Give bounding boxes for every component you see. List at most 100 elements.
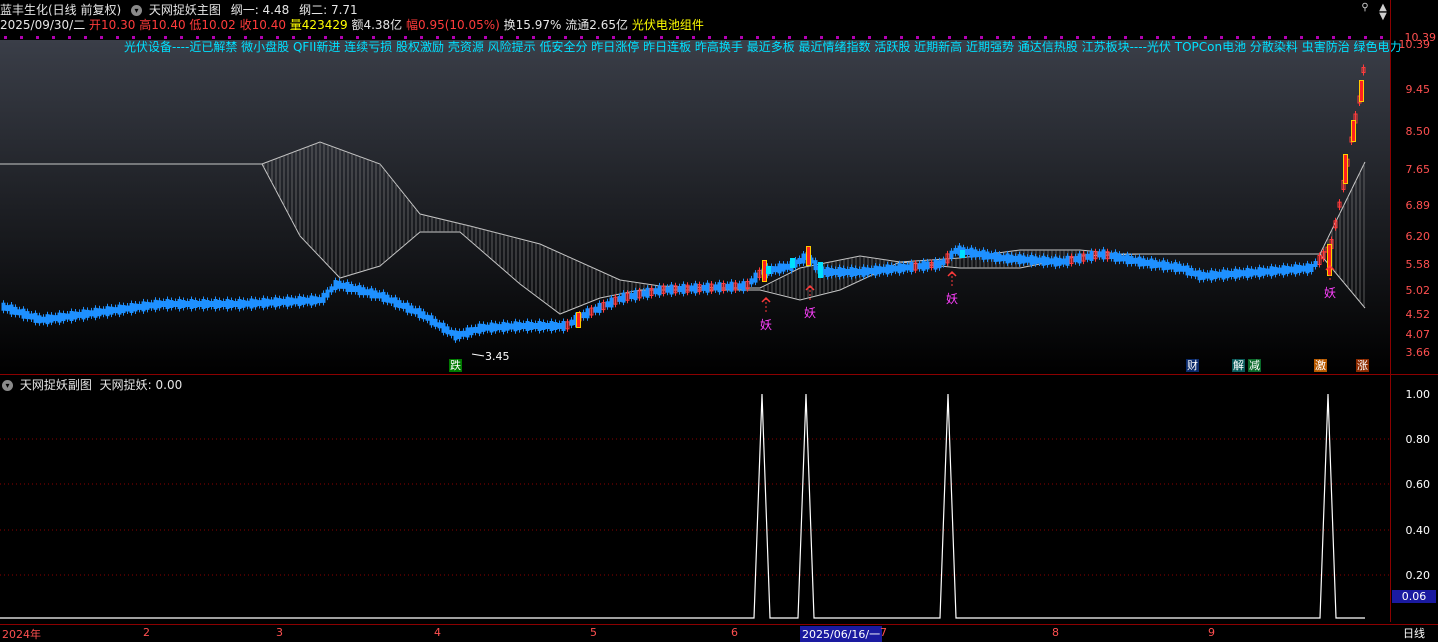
candle-body [121, 305, 126, 314]
candle-body [465, 327, 470, 338]
candle-body [297, 296, 302, 307]
candle-body [1153, 260, 1158, 269]
quote-turnover: 换15.97% [503, 18, 562, 32]
tag-ji[interactable]: 激 [1314, 359, 1327, 372]
chevron-down-icon[interactable]: ▾ [2, 380, 13, 391]
candle-body [1149, 258, 1154, 269]
candle-body [1033, 256, 1038, 265]
candle-body [197, 301, 202, 307]
candle-body [897, 263, 902, 274]
candle-body [25, 311, 30, 320]
candle-body [969, 247, 974, 258]
main-price-axis: 10.39 9.45 8.50 7.65 6.89 6.20 5.58 5.02 4.52 4.0… [1390, 36, 1438, 374]
candle-body [117, 304, 122, 315]
quote-high: 高10.40 [139, 18, 186, 32]
sub-chart-canvas[interactable] [0, 376, 1390, 622]
candle-body [837, 267, 842, 277]
candle-body [1221, 269, 1226, 280]
candle-body [157, 300, 162, 309]
candle-body [1177, 263, 1182, 272]
candle-body [413, 308, 418, 315]
tag-jie[interactable]: 解 [1232, 359, 1245, 372]
main-chart[interactable]: 3.45 妖妖妖妖 [0, 36, 1390, 374]
candle-body [1057, 257, 1062, 266]
candle-body [173, 301, 178, 307]
candle-body [537, 321, 542, 331]
time-tick-label: 9 [1208, 626, 1215, 639]
candle-body [1237, 269, 1242, 278]
candle-body [585, 308, 590, 319]
main-chart-canvas[interactable]: 3.45妖妖妖妖 [0, 36, 1390, 374]
candle-body [1217, 271, 1222, 278]
tag-jian[interactable]: 减 [1248, 359, 1261, 372]
tag-zhang[interactable]: 涨 [1356, 359, 1369, 372]
candle-body [57, 312, 62, 323]
candle-body [461, 330, 466, 337]
candle-body [509, 323, 514, 330]
candle-body [1017, 254, 1022, 265]
candle-body [977, 251, 982, 258]
pin-icon[interactable]: ⚲ [1360, 3, 1370, 13]
quote-amount: 额4.38亿 [351, 18, 403, 32]
price-tick-label: 6.20 [1405, 230, 1431, 243]
candle-body [433, 318, 438, 327]
quote-open: 开10.30 [89, 18, 136, 32]
candle-body [713, 284, 718, 291]
candle-body [477, 323, 482, 334]
candle-body [93, 307, 98, 318]
candle-body [1189, 268, 1194, 276]
sub-chart[interactable] [0, 376, 1390, 622]
sub-tick-label: 1.00 [1405, 388, 1431, 401]
current-sub-value: 0.06 [1392, 590, 1436, 603]
candle-body [917, 263, 922, 270]
candle-body [165, 299, 170, 309]
sub-indicator-value: 天网捉妖: 0.00 [99, 378, 183, 392]
down-arrow-icon[interactable]: ▼ [1378, 12, 1388, 22]
candle-body [741, 281, 746, 292]
candle-body [1229, 271, 1234, 277]
candle-body [381, 291, 386, 302]
candle-body [529, 322, 534, 330]
tag-cai[interactable]: 财 [1186, 359, 1199, 372]
candle-body [1173, 262, 1178, 273]
candle-body [933, 259, 938, 270]
candle-body [473, 326, 478, 333]
candle-body [1125, 254, 1130, 265]
timeframe-label[interactable]: 日线 [1390, 624, 1438, 640]
candle-body [1233, 268, 1238, 279]
candle-body [133, 303, 138, 312]
candle-body [453, 330, 458, 341]
sub-indicator-name[interactable]: 天网捉妖副图 [20, 378, 92, 392]
magenta-dot [100, 36, 103, 39]
candle-body [533, 323, 538, 329]
time-tick-label: 6 [731, 626, 738, 639]
main-indicator-name[interactable]: 天网捉妖主图 [149, 3, 221, 17]
candle-body [921, 260, 926, 271]
stock-name[interactable]: 蓝丰生化(日线 前复权) [0, 3, 121, 17]
quote-sector[interactable]: 光伏电池组件 [632, 18, 704, 32]
candle-body [253, 299, 258, 308]
price-tick-label: 7.65 [1405, 163, 1431, 176]
candle-body [333, 280, 338, 291]
tag-die[interactable]: 跌 [449, 359, 462, 372]
candle-body [145, 301, 150, 310]
candle-body [1025, 256, 1030, 263]
quote-change: 幅0.95(10.05%) [406, 18, 500, 32]
candle-body [393, 297, 398, 308]
candle-body [1261, 267, 1266, 276]
candle-body [109, 306, 114, 315]
time-axis[interactable]: 2024年 2 3 4 5 6 2025/06/16/一 7 8 9 [0, 624, 1390, 642]
candle-body [989, 253, 994, 260]
candle-body [517, 322, 522, 331]
candle-body [1089, 251, 1094, 261]
chevron-down-icon[interactable]: ▾ [131, 5, 143, 16]
candle-body [781, 263, 786, 272]
candle-body [833, 269, 838, 275]
limit-up-candle-core [763, 261, 766, 281]
candle-body [449, 329, 454, 336]
magenta-dot [4, 36, 7, 39]
candle-body [1269, 266, 1274, 277]
pane-divider[interactable] [0, 374, 1438, 375]
candle-body [1201, 271, 1206, 280]
candle-body [269, 299, 274, 306]
